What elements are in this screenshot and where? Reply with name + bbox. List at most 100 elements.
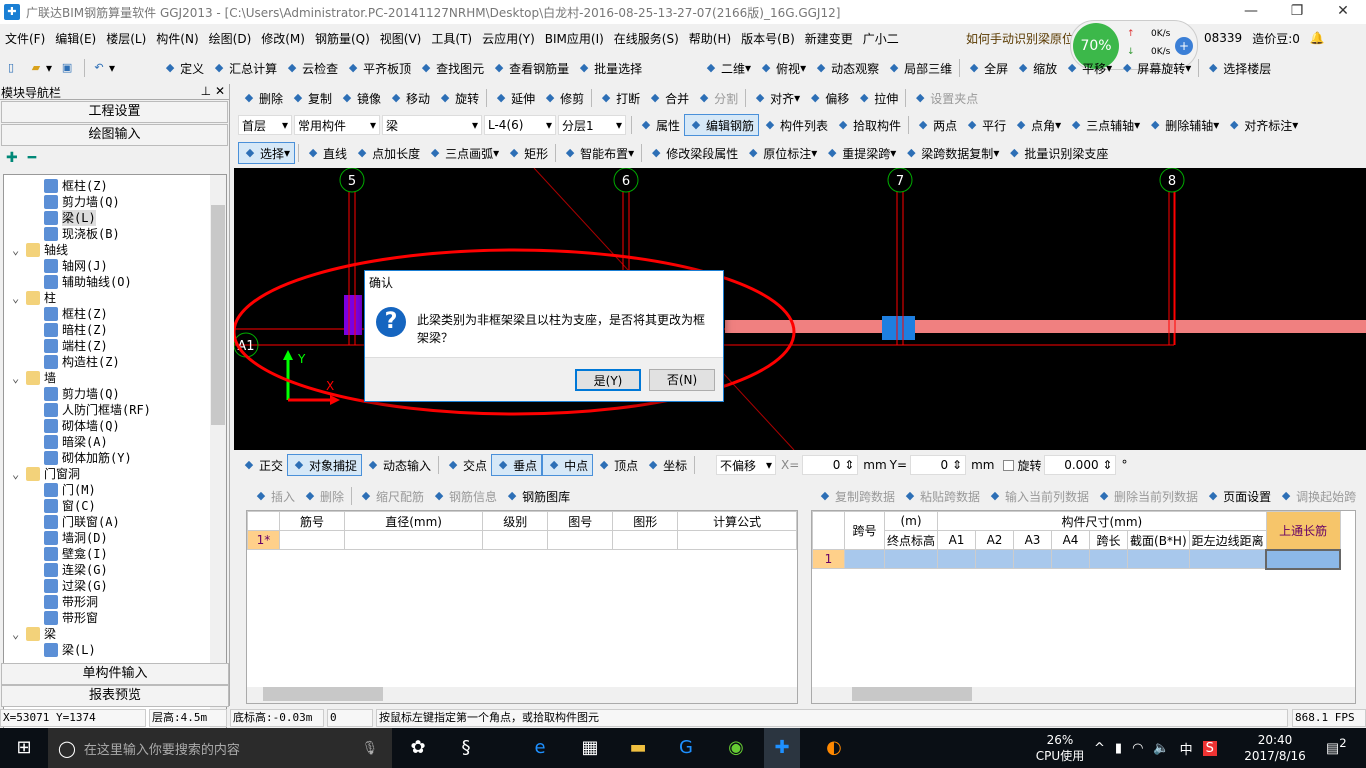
menu-item-1[interactable]: 编辑(E) [50, 30, 101, 47]
tb1-button-0[interactable]: ◆ 定义 [159, 57, 208, 79]
spantb-button-0[interactable]: ◆ 复制跨数据 [814, 485, 899, 507]
table-cell[interactable] [1051, 549, 1091, 569]
column-header[interactable]: 距左边线距离 [1188, 530, 1267, 550]
column-header[interactable]: 直径(mm) [343, 511, 484, 531]
snapbar-button-2[interactable]: ◆ 动态输入 [362, 454, 435, 476]
column-header[interactable]: A2 [975, 530, 1015, 550]
tb1-button-2[interactable]: ◆ 云检查 [281, 57, 342, 79]
sogou-ime-icon[interactable]: S [1202, 740, 1217, 756]
collapse-chevron-icon[interactable]: ⌄ [12, 242, 26, 258]
tree-item[interactable]: 辅助轴线(O) [4, 274, 226, 290]
table-cell[interactable] [482, 530, 549, 550]
tb3-button-7[interactable]: ◆ 三点辅轴 ▾ [1065, 114, 1144, 136]
tb4-button-3[interactable]: ◆ 三点画弧 ▾ [424, 142, 503, 164]
tree-item[interactable]: 框柱(Z) [4, 178, 226, 194]
dropdown-arrow-icon[interactable]: ▾ [794, 91, 800, 105]
collapse-chevron-icon[interactable]: ⌄ [12, 370, 26, 386]
combo-0[interactable]: 首层 ▾ [238, 115, 292, 135]
tb3-button-8[interactable]: ◆ 删除辅轴 ▾ [1144, 114, 1223, 136]
table-cell[interactable] [883, 549, 939, 569]
edge-browser-icon[interactable]: e [524, 732, 556, 764]
spantb-button-5[interactable]: ◆ 调换起始跨 [1275, 485, 1360, 507]
tb1r-button-5[interactable]: ◆ 缩放 [1012, 57, 1061, 79]
tree-item[interactable]: 现浇板(B) [4, 226, 226, 242]
tb3-button-4[interactable]: ◆ 两点 [912, 114, 961, 136]
x-input[interactable]: 0 ⇕ [802, 455, 859, 475]
beam-segment[interactable] [725, 320, 1366, 333]
dropdown-arrow-icon[interactable]: ▾ [1055, 118, 1061, 132]
tb4-button-7[interactable]: ◆ 原位标注 ▾ [742, 142, 821, 164]
nav-single-component[interactable]: 单构件输入 [1, 663, 229, 685]
new-file-button[interactable]: ▯ [0, 57, 25, 79]
nav-project-settings[interactable]: 工程设置 [1, 101, 228, 123]
tb3-button-1[interactable]: ◆ 编辑钢筋 [684, 114, 760, 136]
column-header[interactable]: 图形 [612, 511, 679, 531]
menu-item-5[interactable]: 修改(M) [256, 30, 310, 47]
tb1-button-6[interactable]: ◆ 批量选择 [573, 57, 646, 79]
table-cell[interactable] [677, 530, 797, 550]
minimize-button[interactable]: — [1228, 0, 1274, 24]
column-header[interactable]: A3 [1013, 530, 1053, 550]
cpu-meter[interactable]: 26% CPU使用 [1030, 732, 1090, 764]
dropdown-arrow-icon[interactable]: ▾ [1292, 118, 1298, 132]
tb2-button-6[interactable]: ◆ 修剪 [539, 87, 588, 109]
tb3-button-9[interactable]: ◆ 对齐标注 ▾ [1223, 114, 1302, 136]
menu-item-7[interactable]: 视图(V) [375, 30, 427, 47]
tree-item[interactable]: 端柱(Z) [4, 338, 226, 354]
tb3-button-6[interactable]: ◆ 点角 ▾ [1010, 114, 1065, 136]
no-button[interactable]: 否(N) [649, 369, 715, 391]
collapse-chevron-icon[interactable]: ⌄ [12, 290, 26, 306]
tb1r-button-3[interactable]: ◆ 局部三维 [883, 57, 956, 79]
tree-item[interactable]: 窗(C) [4, 498, 226, 514]
table-cell[interactable] [547, 530, 614, 550]
table-cell[interactable]: 1* [247, 530, 280, 550]
tb1r-button-2[interactable]: ◆ 动态观察 [810, 57, 883, 79]
tb3-button-2[interactable]: ◆ 构件列表 [759, 114, 832, 136]
table-cell[interactable] [975, 549, 1015, 569]
tb4-button-6[interactable]: ◆ 修改梁段属性 [645, 142, 742, 164]
spantb-button-3[interactable]: ◆ 删除当前列数据 [1093, 485, 1202, 507]
file-explorer-icon[interactable]: ▬ [622, 732, 654, 764]
table-cell[interactable] [1188, 549, 1267, 569]
tb1r-button-1[interactable]: ◆ 俯视 ▾ [755, 57, 810, 79]
undo-button[interactable]: ↶ ▾ [88, 57, 119, 79]
tree-item[interactable]: 门联窗(A) [4, 514, 226, 530]
dropdown-arrow-icon[interactable]: ▾ [1185, 61, 1191, 75]
rebartb-button-2[interactable]: ◆ 缩尺配筋 [355, 485, 428, 507]
table-cell[interactable] [937, 549, 977, 569]
tb2-button-9[interactable]: ◆ 分割 [693, 87, 742, 109]
tb3-button-0[interactable]: ◆ 属性 [635, 114, 684, 136]
column-header[interactable]: 图号 [547, 511, 614, 531]
table-cell[interactable] [612, 530, 679, 550]
snapbar-button-7[interactable]: ◆ 坐标 [642, 454, 691, 476]
clock[interactable]: 20:40 2017/8/16 [1240, 732, 1310, 764]
span-hscrollbar[interactable] [812, 687, 1355, 703]
pinwheel-app-icon[interactable]: ✿ [402, 732, 434, 764]
account-id[interactable]: 08339 [1204, 31, 1242, 45]
y-input[interactable]: 0 ⇕ [910, 455, 967, 475]
rebartb-button-0[interactable]: ◆ 插入 [250, 485, 299, 507]
ime-indicator[interactable]: 中 [1180, 739, 1193, 758]
spantb-button-2[interactable]: ◆ 输入当前列数据 [984, 485, 1093, 507]
menu-item-12[interactable]: 帮助(H) [684, 30, 736, 47]
tree-item[interactable]: 连梁(G) [4, 562, 226, 578]
snapbar-button-0[interactable]: ◆ 正交 [238, 454, 287, 476]
tree-item[interactable]: 剪力墙(Q) [4, 386, 226, 402]
dropdown-arrow-icon[interactable]: ▾ [628, 146, 634, 160]
rebar-hscrollbar[interactable] [247, 687, 797, 703]
combo-4[interactable]: 分层1 ▾ [558, 115, 626, 135]
green-app-icon[interactable]: ◉ [720, 732, 752, 764]
column-header[interactable]: 级别 [482, 511, 549, 531]
snapbar-button-4[interactable]: ◆ 垂点 [491, 454, 543, 476]
notification-center-icon[interactable]: ▤2 [1326, 736, 1347, 757]
tree-item[interactable]: 轴网(J) [4, 258, 226, 274]
tb1-button-5[interactable]: ◆ 查看钢筋量 [488, 57, 573, 79]
tree-item[interactable]: 暗柱(Z) [4, 322, 226, 338]
tb1-button-3[interactable]: ◆ 平齐板顶 [342, 57, 415, 79]
help-search[interactable]: 如何手动识别梁原位 [966, 26, 1074, 50]
menu-item-4[interactable]: 绘图(D) [204, 30, 257, 47]
tree-item[interactable]: 框柱(Z) [4, 306, 226, 322]
table-cell[interactable] [1265, 548, 1342, 570]
column-header[interactable]: 跨长 [1089, 530, 1129, 550]
tree-item[interactable]: 墙洞(D) [4, 530, 226, 546]
